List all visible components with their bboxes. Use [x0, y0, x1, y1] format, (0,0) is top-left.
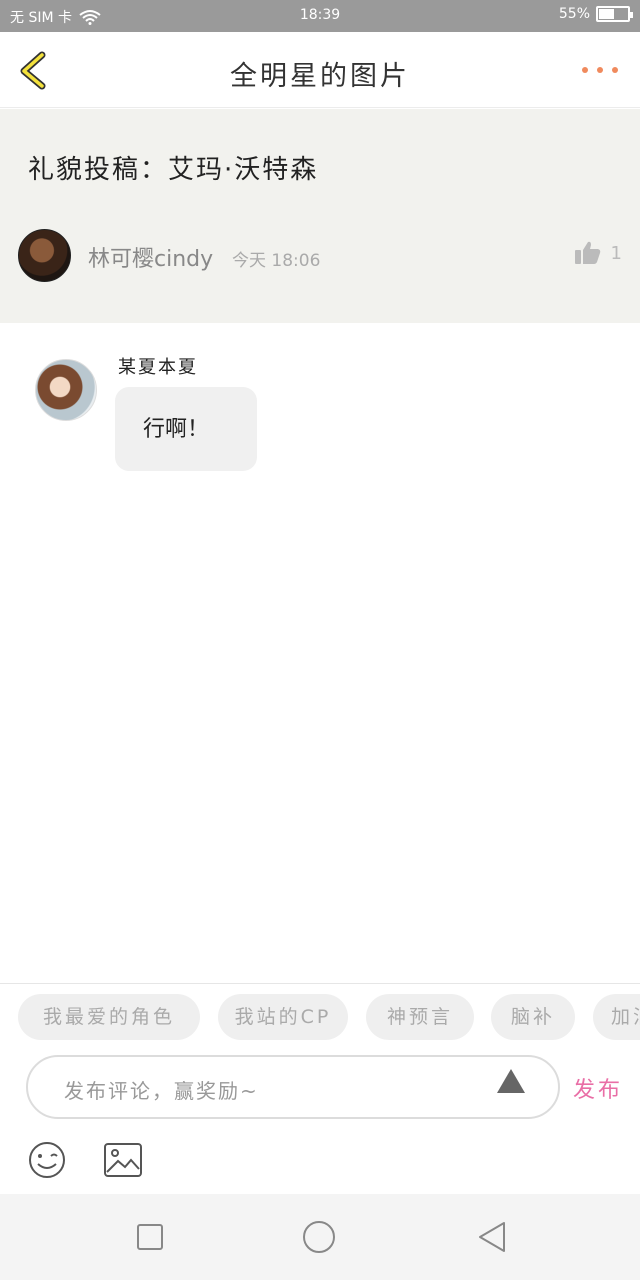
battery-icon [596, 6, 633, 22]
back-triangle-icon[interactable] [474, 1220, 508, 1254]
clock: 18:39 [299, 7, 341, 23]
comment-placeholder: 发布评论，赢奖励~ [64, 1079, 259, 1103]
image-icon[interactable] [103, 1142, 143, 1178]
nav-bar: 全明星的图片 [0, 32, 640, 108]
send-arrow-icon[interactable] [497, 1069, 525, 1093]
author-name[interactable]: 林可樱cindy [88, 241, 213, 273]
quick-tag[interactable]: 脑补 [491, 994, 575, 1040]
thumbs-up-icon [574, 241, 600, 264]
quick-tags-bar: 我最爱的角色 我站的CP 神预言 脑补 加油 [0, 983, 640, 1048]
quick-tag[interactable]: 我站的CP [218, 994, 348, 1040]
more-dots-icon[interactable] [582, 62, 618, 78]
comment-input[interactable]: 发布评论，赢奖励~ [26, 1055, 560, 1119]
commenter-avatar[interactable] [35, 359, 97, 421]
publish-button[interactable]: 发布 [573, 1072, 623, 1104]
more-dot [582, 67, 588, 73]
battery-fill [599, 9, 615, 19]
home-icon[interactable] [302, 1220, 336, 1254]
battery-percent: 55% [558, 6, 590, 22]
like-count: 1 [610, 242, 622, 264]
quick-tag[interactable]: 神预言 [366, 994, 474, 1040]
system-nav-bar [0, 1194, 640, 1280]
comment-text: 行啊！ [143, 417, 210, 442]
more-dot [597, 67, 603, 73]
commenter-name[interactable]: 某夏本夏 [118, 353, 198, 379]
comment-bubble[interactable]: 行啊！ [115, 387, 257, 471]
like-button[interactable]: 1 [574, 241, 622, 265]
emoji-icon[interactable] [27, 1140, 67, 1180]
post-time: 今天 18:06 [232, 251, 321, 271]
status-right: 55% [558, 6, 633, 22]
more-dot [612, 67, 618, 73]
page-title: 全明星的图片 [230, 61, 410, 92]
composer-row: 发布评论，赢奖励~ 发布 [0, 1048, 640, 1128]
post-title: 礼貌投稿：艾玛·沃特森 [28, 155, 319, 185]
post-header: 礼貌投稿：艾玛·沃特森 林可樱cindy 今天 18:06 1 [0, 109, 640, 323]
recent-apps-icon[interactable] [133, 1220, 167, 1254]
comment-item: 某夏本夏 行啊！ [0, 323, 640, 493]
quick-tag[interactable]: 我最爱的角色 [18, 994, 200, 1040]
status-bar: 无 SIM 卡 18:39 55% [0, 0, 640, 32]
author-row: 林可樱cindy 今天 18:06 1 [18, 229, 622, 283]
author-avatar[interactable] [18, 229, 71, 282]
composer-tools [0, 1128, 640, 1194]
quick-tag[interactable]: 加油 [593, 994, 640, 1040]
